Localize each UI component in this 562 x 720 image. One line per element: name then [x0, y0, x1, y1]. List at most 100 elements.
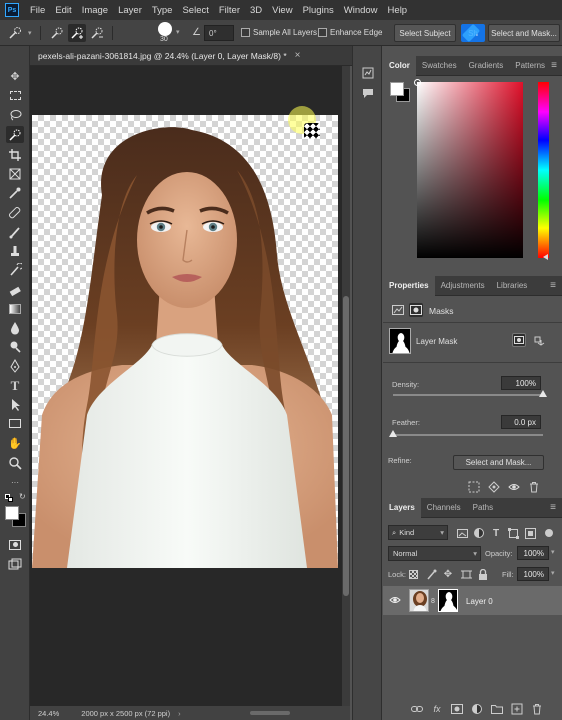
opacity-field[interactable]: 100%: [517, 546, 549, 560]
layer-row[interactable]: 8 Layer 0: [383, 586, 562, 615]
menu-plugins[interactable]: Plugins: [298, 5, 339, 16]
menu-edit[interactable]: Edit: [50, 5, 76, 16]
quick-selection-tool-preset-icon[interactable]: [6, 24, 24, 42]
delete-mask-icon[interactable]: [527, 480, 541, 494]
feather-field[interactable]: 0.0 px: [501, 415, 541, 429]
document-tab[interactable]: pexels-ali-pazani-3061814.jpg @ 24.4% (L…: [30, 46, 352, 66]
scrollbar-thumb[interactable]: [343, 296, 349, 596]
more-tools-icon[interactable]: ···: [6, 474, 24, 491]
horizontal-scroll-thumb[interactable]: [250, 711, 290, 715]
lock-transparent-pixels-icon[interactable]: [406, 567, 420, 581]
mask-link-icon[interactable]: 8: [431, 598, 435, 605]
fill-chevron-icon[interactable]: ▾: [551, 569, 555, 577]
layer-mask-icon[interactable]: [409, 303, 423, 317]
feather-slider-track[interactable]: [393, 434, 543, 436]
tab-properties[interactable]: Properties: [383, 275, 435, 296]
path-selection-tool-icon[interactable]: [6, 396, 24, 413]
layer-mask-thumbnail[interactable]: [438, 589, 458, 612]
lock-artboard-icon[interactable]: [459, 567, 473, 581]
lasso-tool-icon[interactable]: [6, 106, 24, 123]
comments-panel-icon[interactable]: [361, 86, 375, 100]
screen-mode-icon[interactable]: [6, 556, 24, 573]
menu-window[interactable]: Window: [339, 5, 383, 16]
blend-mode-select[interactable]: Normal ▾: [388, 546, 481, 561]
crop-tool-icon[interactable]: [6, 146, 24, 163]
rectangle-tool-icon[interactable]: [6, 415, 24, 432]
filter-shape-layers-icon[interactable]: [506, 526, 520, 540]
move-tool-icon[interactable]: ✥: [6, 68, 24, 85]
angle-field[interactable]: 0°: [204, 25, 234, 41]
mask-thumbnail[interactable]: [389, 328, 411, 354]
add-to-selection-icon[interactable]: [68, 24, 86, 42]
lock-all-icon[interactable]: [476, 567, 490, 581]
tab-color[interactable]: Color: [383, 55, 416, 76]
filter-adjustment-layers-icon[interactable]: [472, 526, 486, 540]
apply-mask-icon[interactable]: [532, 333, 546, 347]
disable-mask-visibility-icon[interactable]: [507, 480, 521, 494]
eraser-tool-icon[interactable]: [6, 281, 24, 298]
lock-image-pixels-icon[interactable]: [424, 567, 438, 581]
enhance-edge-checkbox[interactable]: [318, 28, 327, 39]
filter-toggle-icon[interactable]: [545, 529, 553, 537]
tab-layers[interactable]: Layers: [383, 497, 421, 518]
zoom-level[interactable]: 24.4%: [38, 709, 59, 718]
spot-healing-brush-icon[interactable]: [6, 204, 24, 221]
brush-preview-icon[interactable]: [158, 22, 172, 36]
quick-selection-tool-icon[interactable]: [6, 126, 24, 143]
tab-gradients[interactable]: Gradients: [463, 56, 510, 76]
zoom-tool-icon[interactable]: [6, 454, 24, 471]
type-tool-icon[interactable]: T: [6, 377, 24, 394]
blur-tool-icon[interactable]: [6, 319, 24, 336]
tab-paths[interactable]: Paths: [467, 498, 499, 518]
density-slider-track[interactable]: [393, 394, 543, 396]
quick-mask-icon[interactable]: [6, 536, 24, 553]
pen-tool-icon[interactable]: [6, 357, 24, 374]
pixel-mask-icon[interactable]: [391, 303, 405, 317]
status-chevron-icon[interactable]: ›: [178, 709, 181, 718]
filter-smart-objects-icon[interactable]: [523, 526, 537, 540]
new-group-icon[interactable]: [490, 702, 504, 716]
load-selection-from-mask-icon[interactable]: [467, 480, 481, 494]
menu-3d[interactable]: 3D: [245, 5, 267, 16]
history-panel-icon[interactable]: [361, 66, 375, 80]
filter-type-layers-icon[interactable]: T: [489, 526, 503, 540]
tab-adjustments[interactable]: Adjustments: [435, 276, 491, 296]
hue-slider-knob[interactable]: [543, 254, 548, 260]
vertical-scrollbar[interactable]: [342, 66, 350, 706]
feather-slider-knob[interactable]: [389, 430, 397, 437]
select-subject-button[interactable]: Select Subject: [394, 24, 456, 42]
history-brush-icon[interactable]: [6, 261, 24, 278]
marquee-tool-icon[interactable]: [6, 87, 24, 104]
menu-view[interactable]: View: [267, 5, 297, 16]
gradient-tool-icon[interactable]: [6, 300, 24, 317]
color-field[interactable]: [414, 79, 523, 258]
panel-menu-icon[interactable]: ≡: [551, 60, 557, 71]
density-slider-knob[interactable]: [539, 390, 547, 397]
tab-libraries[interactable]: Libraries: [491, 276, 534, 296]
color-picker-marker[interactable]: [414, 79, 421, 86]
link-layers-icon[interactable]: [410, 702, 424, 716]
density-field[interactable]: 100%: [501, 376, 541, 390]
select-mask-icon[interactable]: [512, 333, 526, 347]
document-canvas[interactable]: [32, 115, 338, 568]
tab-channels[interactable]: Channels: [421, 498, 467, 518]
frame-tool-icon[interactable]: [6, 165, 24, 182]
brush-tool-icon[interactable]: [6, 223, 24, 240]
hue-slider[interactable]: [538, 82, 549, 258]
menu-filter[interactable]: Filter: [214, 5, 245, 16]
apply-mask-action-icon[interactable]: [487, 480, 501, 494]
layer-thumbnail[interactable]: [409, 589, 429, 612]
close-document-icon[interactable]: ×: [295, 50, 301, 61]
fill-field[interactable]: 100%: [517, 567, 549, 581]
layer-name[interactable]: Layer 0: [466, 597, 493, 606]
menu-select[interactable]: Select: [177, 5, 213, 16]
new-layer-icon[interactable]: [510, 702, 524, 716]
add-layer-mask-icon[interactable]: [450, 702, 464, 716]
panel-menu-icon[interactable]: ≡: [550, 502, 556, 513]
foreground-color-swatch[interactable]: [5, 506, 19, 520]
eyedropper-tool-icon[interactable]: [6, 184, 24, 201]
layer-visibility-eye-icon[interactable]: [388, 593, 402, 607]
layer-style-icon[interactable]: fx: [430, 702, 444, 716]
menu-file[interactable]: File: [25, 5, 50, 16]
layer-filter-kind-select[interactable]: ⌕ Kind ▾: [388, 525, 448, 540]
